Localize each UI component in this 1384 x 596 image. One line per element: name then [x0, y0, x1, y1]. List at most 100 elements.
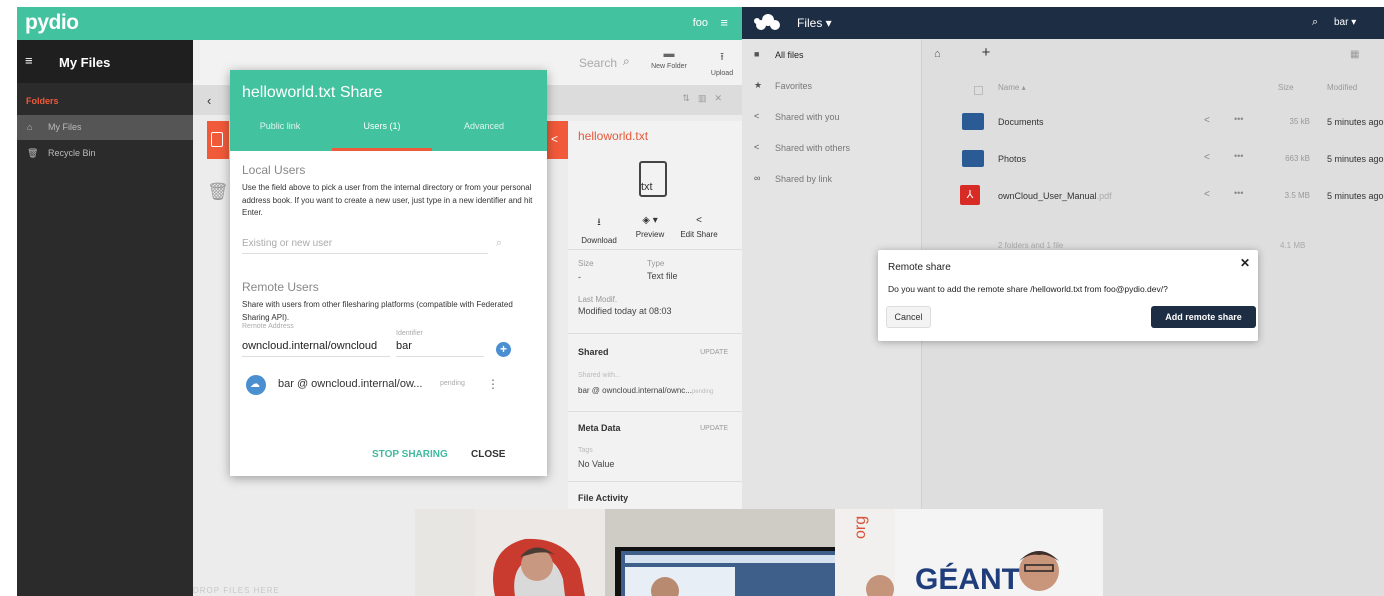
share-icon[interactable]: <: [1204, 115, 1210, 126]
menu-icon[interactable]: ≡: [25, 53, 33, 68]
cloud-avatar-icon: ☁: [246, 375, 266, 395]
nav-item-label: Favorites: [775, 81, 813, 91]
file-row[interactable]: Photos < ••• 663 kB 5 minutes ago: [922, 142, 1384, 178]
user-search-input[interactable]: [242, 234, 488, 254]
folder-icon: ■: [754, 49, 760, 59]
pydio-logo: pydio: [25, 11, 79, 34]
app-switcher[interactable]: Files ▾: [797, 16, 832, 30]
upload-label: Upload: [710, 70, 734, 77]
size-value: -: [578, 272, 581, 282]
remote-share-title: Remote share: [888, 262, 951, 273]
new-folder-button[interactable]: ▬ New Folder: [645, 48, 693, 80]
pydio-window: pydio foo ≡ ≡ My Files Folders ⌂ My File…: [17, 7, 742, 596]
owncloud-window: Files ▾ ⌕ bar ▾ ■ All files ★ Favorites …: [742, 7, 1384, 596]
share-dialog-title: helloworld.txt Share: [242, 84, 383, 101]
file-summary-size: 4.1 MB: [1280, 241, 1306, 250]
pdf-icon: ⅄: [960, 185, 980, 205]
remote-address-field[interactable]: owncloud.internal/owncloud: [242, 340, 390, 357]
share-icon[interactable]: <: [1204, 189, 1210, 200]
share-indicator[interactable]: <: [546, 121, 568, 159]
select-all-checkbox[interactable]: [974, 86, 983, 95]
sidebar: ≡ My Files Folders ⌂ My Files 🗑 Recycle …: [17, 40, 193, 596]
file-icon: [211, 132, 223, 147]
new-button[interactable]: +: [974, 44, 998, 66]
divider: [568, 249, 742, 250]
filetype-label: txt: [641, 181, 653, 193]
more-icon[interactable]: •••: [1234, 114, 1243, 124]
more-vert-icon[interactable]: ⋮: [487, 377, 499, 391]
add-remote-user-button[interactable]: +: [496, 342, 511, 357]
more-icon[interactable]: •••: [1234, 151, 1243, 161]
file-name[interactable]: ownCloud_User_Manual.pdf: [998, 191, 1112, 201]
nav-item-shared-with-others[interactable]: < Shared with others: [742, 133, 922, 163]
view-options-icons[interactable]: ⇅▥✕: [682, 93, 730, 104]
folder-icon: [962, 113, 984, 130]
add-remote-share-button[interactable]: Add remote share: [1151, 306, 1256, 328]
folders-heading: Folders: [26, 96, 59, 106]
file-row[interactable]: ⅄ ownCloud_User_Manual.pdf < ••• 3.5 MB …: [922, 179, 1384, 215]
trash-icon: 🗑: [27, 148, 39, 158]
file-size: 663 kB: [1285, 154, 1310, 163]
close-button[interactable]: CLOSE: [471, 449, 505, 460]
file-row[interactable]: Documents < ••• 35 kB 5 minutes ago: [922, 105, 1384, 141]
share-icon[interactable]: <: [1204, 152, 1210, 163]
drop-hint: DROP FILES HERE: [193, 586, 280, 595]
file-name[interactable]: Photos: [998, 154, 1026, 164]
shared-user-name: bar @ owncloud.internal/ow...: [278, 378, 423, 390]
close-icon[interactable]: ✕: [1240, 256, 1250, 270]
tab-advanced[interactable]: Advanced: [434, 121, 534, 131]
nav-item-all-files[interactable]: ■ All files: [742, 40, 922, 70]
tags-value: No Value: [578, 459, 615, 469]
home-icon[interactable]: ⌂: [934, 48, 941, 60]
user-name[interactable]: foo: [693, 17, 708, 29]
share-icon: <: [754, 142, 760, 152]
column-header-size[interactable]: Size: [1278, 83, 1294, 92]
local-users-title: Local Users: [242, 163, 306, 177]
photo-illustration: org GÉANT: [415, 509, 1103, 596]
edit-share-button[interactable]: < Edit Share: [676, 215, 722, 239]
star-icon: ★: [754, 80, 763, 90]
type-label: Type: [647, 259, 665, 268]
meta-update-button[interactable]: UPDATE: [700, 425, 728, 432]
upload-button[interactable]: ⭱ Upload: [705, 48, 739, 80]
file-name[interactable]: Documents: [998, 117, 1044, 127]
grid-view-icon[interactable]: ▦: [1350, 49, 1359, 60]
link-icon: ∞: [754, 173, 761, 183]
hamburger-icon[interactable]: ≡: [720, 15, 728, 30]
cancel-button[interactable]: Cancel: [886, 306, 931, 328]
nav-item-shared-with-you[interactable]: < Shared with you: [742, 102, 922, 132]
owncloud-header: Files ▾ ⌕ bar ▾: [742, 7, 1384, 39]
chevron-left-icon[interactable]: ‹: [207, 93, 211, 108]
sidebar-item-my-files[interactable]: ⌂ My Files: [17, 115, 193, 140]
nav-item-shared-by-link[interactable]: ∞ Shared by link: [742, 164, 922, 194]
owncloud-logo[interactable]: [752, 12, 782, 32]
selected-file-row[interactable]: [207, 121, 229, 159]
app-name: Files: [797, 16, 823, 30]
search-field[interactable]: Search: [579, 56, 617, 70]
file-modified: 5 minutes ago: [1327, 154, 1384, 164]
preview-button[interactable]: ◈ ▾ Preview: [628, 215, 672, 239]
file-extension: .pdf: [1096, 191, 1112, 201]
sidebar-item-recycle-bin[interactable]: 🗑 Recycle Bin: [17, 141, 193, 166]
user-menu[interactable]: bar ▾: [1334, 17, 1356, 28]
column-header-modified[interactable]: Modified: [1327, 83, 1357, 92]
shared-user-row: ☁ bar @ owncloud.internal/ow... pending …: [230, 366, 547, 404]
download-button[interactable]: ⭳ Download: [578, 215, 620, 245]
share-icon: <: [551, 132, 559, 146]
remote-share-message: Do you want to add the remote share /hel…: [888, 284, 1168, 294]
file-size: 3.5 MB: [1284, 191, 1310, 200]
column-name-label: Name: [998, 83, 1020, 92]
shared-update-button[interactable]: UPDATE: [700, 349, 728, 356]
tab-users[interactable]: Users (1): [332, 121, 432, 131]
column-header-name[interactable]: Name ▴: [998, 83, 1026, 92]
share-icon: <: [696, 215, 702, 226]
nav-item-favorites[interactable]: ★ Favorites: [742, 71, 922, 101]
search-icon[interactable]: ⌕: [623, 54, 630, 69]
stop-sharing-button[interactable]: STOP SHARING: [372, 449, 448, 460]
trash-icon[interactable]: 🗑: [207, 182, 229, 202]
download-icon: ⭳: [597, 217, 601, 228]
more-icon[interactable]: •••: [1234, 188, 1243, 198]
identifier-field[interactable]: bar: [396, 340, 484, 357]
search-icon[interactable]: ⌕: [1312, 16, 1318, 29]
tab-public-link[interactable]: Public link: [230, 121, 330, 131]
